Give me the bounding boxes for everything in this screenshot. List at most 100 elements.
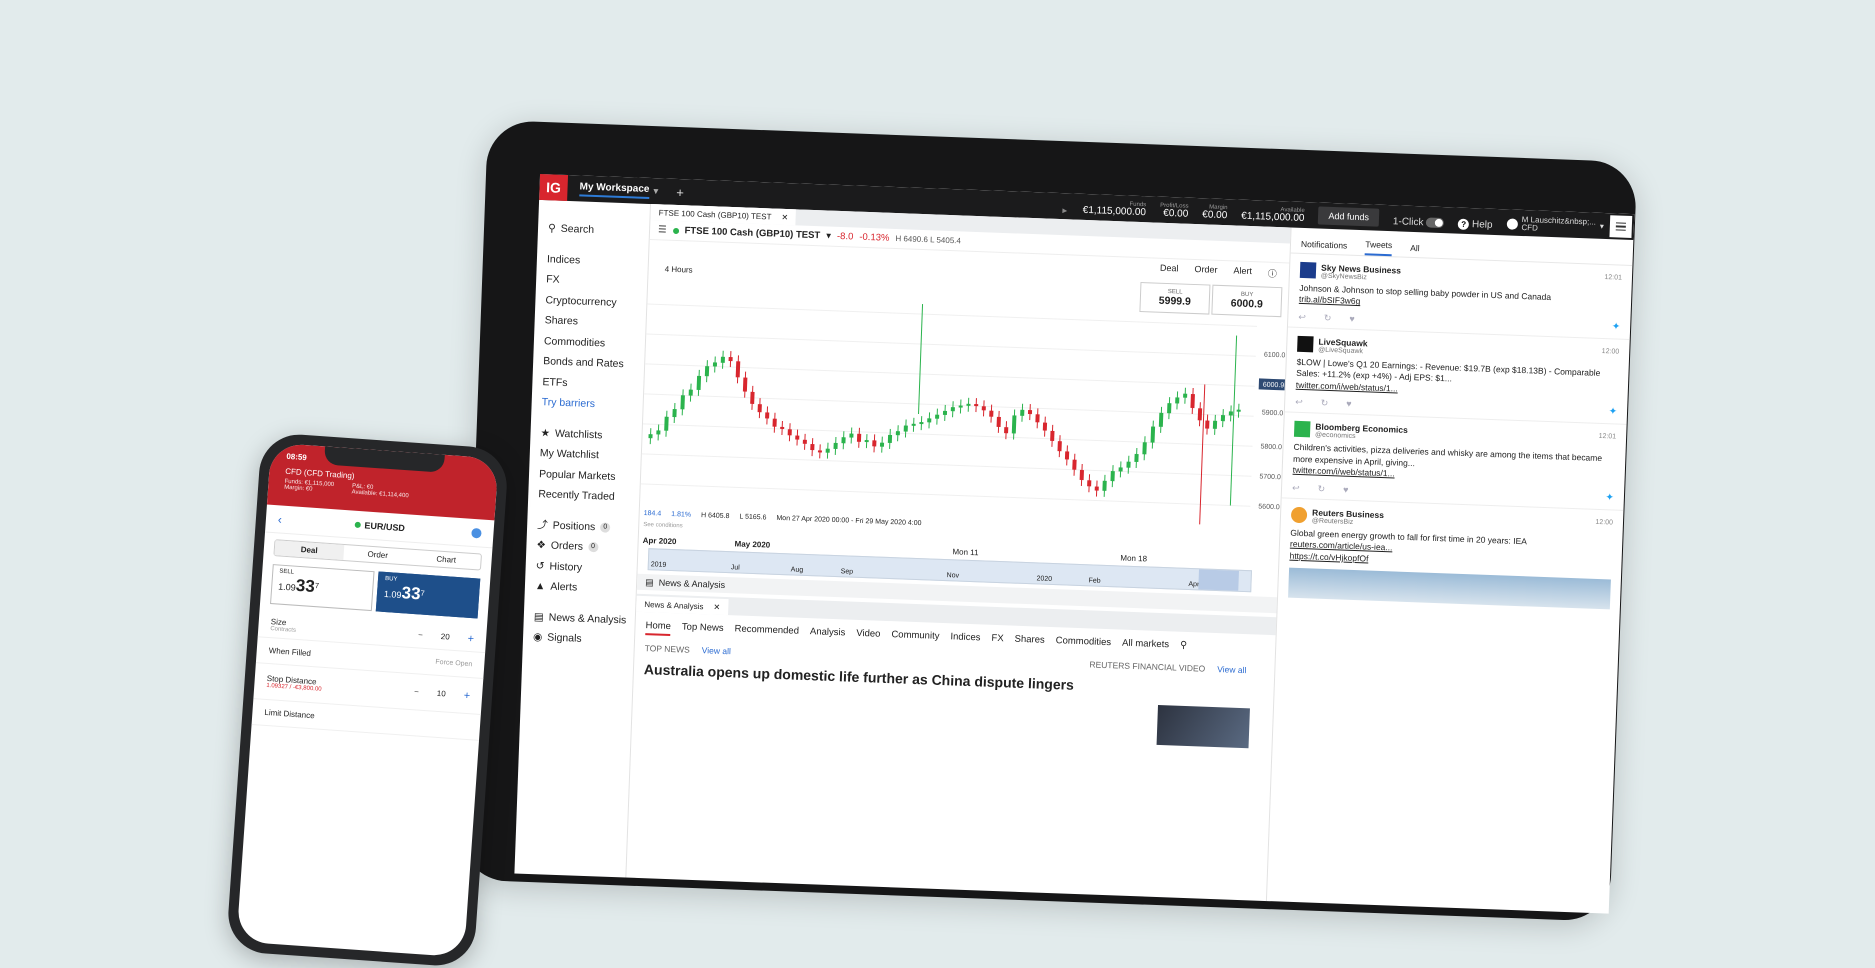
news-nav-fx[interactable]: FX <box>991 633 1004 648</box>
menu-icon[interactable]: ☰ <box>658 224 667 235</box>
candle-body <box>1142 442 1147 455</box>
candle-body <box>1126 461 1131 468</box>
candle-body <box>1150 426 1156 443</box>
y-tick-label: 5800.0 <box>1260 444 1282 452</box>
minus-icon[interactable]: − <box>414 687 419 696</box>
available-stat[interactable]: Available €1,115,000.00 <box>1241 206 1305 224</box>
profit-loss-stat: Profit/Loss €0.00 <box>1160 202 1189 220</box>
candle-body <box>887 434 893 444</box>
grid-line <box>641 453 1252 477</box>
news-nav-all-markets[interactable]: All markets <box>1122 638 1169 655</box>
watchlist-icon[interactable] <box>471 527 482 539</box>
reply-icon: ↩ <box>1291 482 1300 493</box>
size-input[interactable]: 20 <box>441 632 451 642</box>
news-nav-commodities[interactable]: Commodities <box>1055 635 1112 652</box>
market-name[interactable]: FTSE 100 Cash (GBP10) TEST <box>684 225 820 241</box>
reply-icon: ↩ <box>1295 397 1303 408</box>
candle-body <box>810 444 815 451</box>
candle-body <box>802 439 807 444</box>
add-funds-button[interactable]: Add funds <box>1318 206 1380 227</box>
margin-stat: Margin €0.00 <box>1202 204 1228 222</box>
one-click-toggle[interactable]: 1-Click <box>1393 216 1445 229</box>
help-button[interactable]: ? Help <box>1457 218 1493 231</box>
candle-body <box>856 433 862 442</box>
tweets-panel: Notifications Tweets All Sky News Busine… <box>1265 227 1634 914</box>
conditions-note[interactable]: See conditions <box>643 522 683 529</box>
add-workspace-button[interactable]: + <box>676 184 684 199</box>
tab-notifications[interactable]: Notifications <box>1301 239 1348 255</box>
news-nav-analysis[interactable]: Analysis <box>810 626 846 642</box>
plus-icon[interactable]: + <box>463 689 470 701</box>
price-change-pct: -0.13% <box>859 231 890 244</box>
search-icon[interactable]: ⚲ <box>1180 640 1187 655</box>
news-nav-video[interactable]: Video <box>856 628 881 644</box>
candle-body <box>841 437 846 444</box>
candle-body <box>1064 451 1070 460</box>
workspace-tab[interactable]: My Workspace <box>579 180 650 199</box>
play-icon[interactable]: ► <box>1061 206 1069 215</box>
info-icon[interactable]: ⓘ <box>1268 267 1277 280</box>
phone-prices: SELL 1.09337 BUY 1.09337 <box>270 564 481 619</box>
tab-deal[interactable]: Deal <box>274 540 344 560</box>
candle-body <box>935 414 940 419</box>
candle-body <box>735 361 741 378</box>
candle-body <box>1050 430 1055 441</box>
minus-icon[interactable]: − <box>418 630 423 639</box>
candle-body <box>1087 480 1092 487</box>
candle-body <box>765 412 770 419</box>
phone-sell-button[interactable]: SELL 1.09337 <box>270 564 375 612</box>
chart-panel: FTSE 100 Cash (GBP10) TEST ✕ ☰ FTSE 100 C… <box>637 204 1291 597</box>
like-icon: ♥ <box>1342 484 1349 495</box>
tweet-item[interactable]: LiveSquawk @LiveSquawk 12:00 $LOW | Lowe'… <box>1284 327 1630 426</box>
candle-body <box>1057 441 1062 452</box>
news-nav-community[interactable]: Community <box>891 629 939 646</box>
news-nav-home[interactable]: Home <box>645 620 672 637</box>
view-all-top-news-link[interactable]: View all <box>702 645 731 656</box>
tweet-item[interactable]: Sky News Business @SkyNewsBiz 12:01 Johns… <box>1287 253 1633 340</box>
news-nav-indices[interactable]: Indices <box>950 631 980 647</box>
like-icon: ♥ <box>1349 313 1355 324</box>
news-nav-recommended[interactable]: Recommended <box>734 623 799 640</box>
view-all-video-link[interactable]: View all <box>1217 664 1246 675</box>
alert-button[interactable]: Alert <box>1233 265 1252 279</box>
candle-body <box>895 431 900 436</box>
candle-body <box>996 416 1001 427</box>
chevron-down-icon[interactable]: ▾ <box>653 186 658 197</box>
sidebar-item-signals[interactable]: ◉ Signals <box>533 627 635 651</box>
tweet-image[interactable] <box>1288 567 1611 610</box>
plus-icon[interactable]: + <box>467 632 474 644</box>
deal-button[interactable]: Deal <box>1160 263 1179 277</box>
tweet-item[interactable]: Bloomberg Economics @economics 12:01 Chil… <box>1281 412 1627 511</box>
tab-chart[interactable]: Chart <box>411 550 481 570</box>
news-tab[interactable]: News & Analysis ✕ <box>636 595 729 616</box>
tab-tweets[interactable]: Tweets <box>1364 239 1393 257</box>
phone-buy-button[interactable]: BUY 1.09337 <box>375 571 481 619</box>
alert-icon: ▲ <box>534 580 546 593</box>
tab-order[interactable]: Order <box>343 545 413 565</box>
timeframe-label[interactable]: 4 Hours <box>664 265 692 275</box>
tab-all[interactable]: All <box>1410 243 1420 257</box>
order-button[interactable]: Order <box>1194 264 1217 278</box>
stop-input[interactable]: 10 <box>437 689 447 699</box>
close-icon[interactable]: ✕ <box>781 212 788 221</box>
navigator-selection[interactable] <box>1198 569 1239 591</box>
candlestick-chart[interactable]: 6100.0 6000.9 5900.0 5800.0 5700.0 5600.0 <box>640 284 1288 537</box>
tag-icon: ❖ <box>536 539 547 552</box>
candle-body <box>903 425 908 432</box>
back-icon[interactable]: ‹ <box>277 512 282 526</box>
close-icon[interactable]: ✕ <box>713 602 720 611</box>
news-nav-top-news[interactable]: Top News <box>682 621 724 638</box>
user-menu[interactable]: M Lauschitz&nbsp;... CFD ▾ <box>1506 215 1604 235</box>
retweet-icon: ↻ <box>1320 398 1329 409</box>
candle-body <box>1183 393 1188 398</box>
news-nav-shares[interactable]: Shares <box>1014 634 1044 650</box>
chevron-down-icon[interactable]: ▾ <box>826 230 831 241</box>
layout-menu-icon[interactable] <box>1609 215 1633 238</box>
candle-body <box>958 405 963 408</box>
candle-body <box>849 433 854 438</box>
avatar <box>1299 261 1317 279</box>
video-thumbnail[interactable] <box>1156 704 1250 749</box>
grid-line <box>640 483 1251 507</box>
tweet-item[interactable]: Reuters Business @ReutersBiz 12:00 Global… <box>1278 498 1624 614</box>
candle-body <box>1079 469 1084 481</box>
